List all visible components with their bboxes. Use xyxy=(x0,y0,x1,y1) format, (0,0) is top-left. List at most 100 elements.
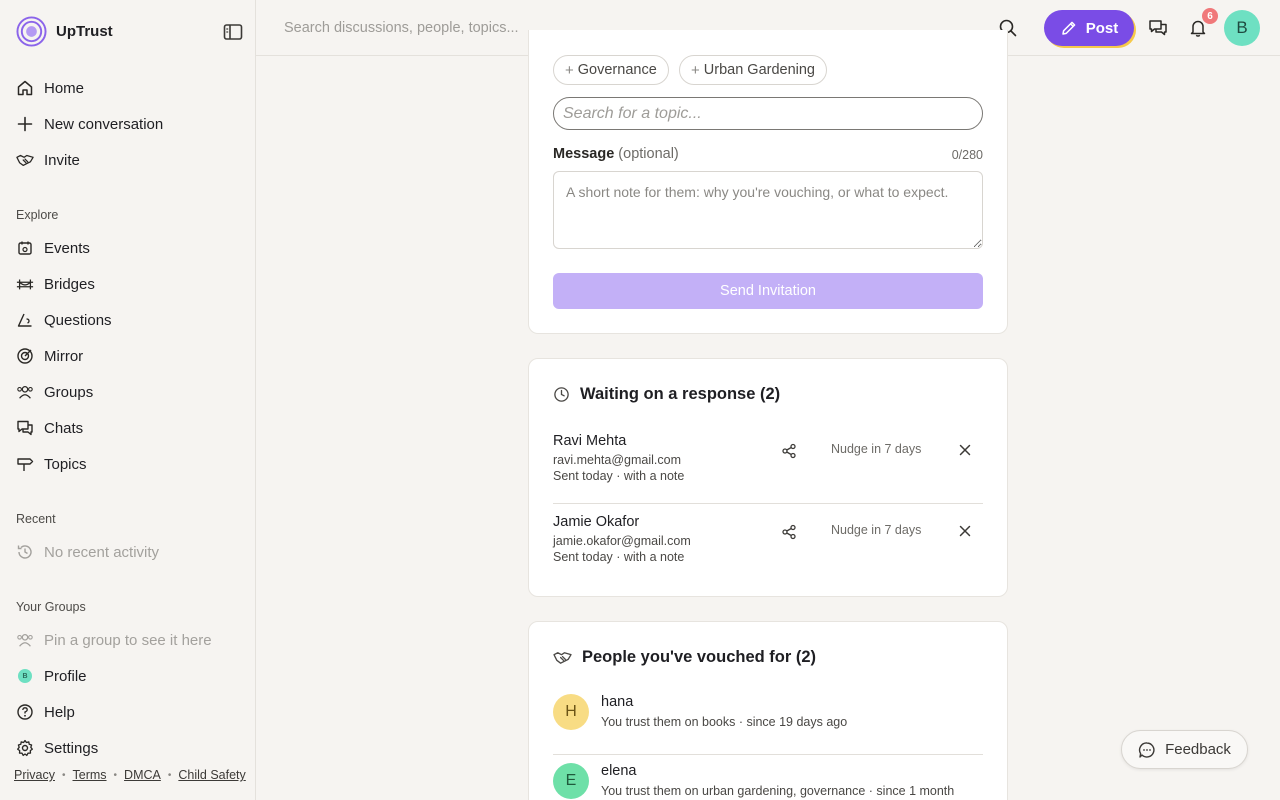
vouched-title-text: People you've vouched for (2) xyxy=(582,648,817,666)
user-avatar[interactable]: B xyxy=(1224,10,1260,46)
footer-separator: • xyxy=(113,769,118,781)
terms-link[interactable]: Terms xyxy=(73,768,107,782)
nav-topics-label: Topics xyxy=(44,455,87,473)
nav-groups-label: Groups xyxy=(44,383,94,401)
pending-title-text: Waiting on a response (2) xyxy=(580,385,781,403)
footer-separator: • xyxy=(167,769,172,781)
share-icon[interactable] xyxy=(781,443,797,459)
post-button-label: Post xyxy=(1085,19,1119,37)
vouched-person-row[interactable]: E elena You trust them on urban gardenin… xyxy=(553,763,983,800)
close-icon[interactable] xyxy=(958,524,972,538)
privacy-link[interactable]: Privacy xyxy=(14,768,55,782)
your-groups-section-label: Your Groups xyxy=(16,600,86,614)
nav-invite-label: Invite xyxy=(44,151,80,169)
topic-search-input[interactable] xyxy=(553,97,983,130)
feedback-label: Feedback xyxy=(1165,741,1231,758)
profile-avatar: B xyxy=(16,667,34,685)
pending-name: Ravi Mehta xyxy=(553,433,627,449)
nav-help-label: Help xyxy=(44,703,75,721)
history-icon xyxy=(16,543,34,561)
vouched-card: People you've vouched for (2) H hana You… xyxy=(528,621,1008,800)
pending-email: ravi.mehta@gmail.com xyxy=(553,453,682,467)
handshake-icon xyxy=(553,649,572,666)
row-divider xyxy=(553,754,983,755)
nav-new-conversation-label: New conversation xyxy=(44,115,164,133)
vouched-title: People you've vouched for (2) xyxy=(553,648,816,667)
pending-invitations-card: Waiting on a response (2) Ravi Mehta rav… xyxy=(528,358,1008,597)
message-optional-text: (optional) xyxy=(618,146,679,162)
nav-groups[interactable]: Groups xyxy=(16,380,93,404)
handshake-icon xyxy=(16,151,34,169)
messages-icon[interactable] xyxy=(1148,18,1168,38)
topic-chip-governance[interactable]: + Governance xyxy=(553,55,669,85)
explore-section-label: Explore xyxy=(16,208,59,222)
pending-row: Ravi Mehta ravi.mehta@gmail.com Sent tod… xyxy=(553,433,983,503)
brand[interactable]: UpTrust xyxy=(16,16,113,47)
nav-profile-label: Profile xyxy=(44,667,87,685)
gear-icon xyxy=(16,739,34,757)
nav-home[interactable]: Home xyxy=(16,76,84,100)
recent-empty: No recent activity xyxy=(16,540,159,564)
topic-chip-label: Urban Gardening xyxy=(703,62,816,78)
close-icon[interactable] xyxy=(958,443,972,457)
recent-empty-label: No recent activity xyxy=(44,543,160,561)
nav-new-conversation[interactable]: New conversation xyxy=(16,112,163,136)
topic-chip-label: Governance xyxy=(577,62,657,78)
nav-settings-label: Settings xyxy=(44,739,99,757)
nav-settings[interactable]: Settings xyxy=(16,736,98,760)
nav-bridges[interactable]: Bridges xyxy=(16,272,95,296)
profile-initial: B xyxy=(18,669,32,683)
nav-help[interactable]: Help xyxy=(16,700,75,724)
footer-separator: • xyxy=(61,769,66,781)
nav-mirror[interactable]: Mirror xyxy=(16,344,83,368)
pending-meta: Sent today · with a note xyxy=(553,550,685,564)
message-label: Message (optional) xyxy=(553,146,679,162)
person-trust-meta: You trust them on books · since 19 days … xyxy=(601,715,848,729)
home-icon xyxy=(16,79,34,97)
message-char-count: 0/280 xyxy=(951,148,983,162)
invite-form-card: + Governance + Urban Gardening Message (… xyxy=(528,30,1008,334)
recent-section-label: Recent xyxy=(16,512,56,526)
nav-bridges-label: Bridges xyxy=(44,275,95,293)
nav-mirror-label: Mirror xyxy=(44,347,84,365)
child-safety-link[interactable]: Child Safety xyxy=(178,768,245,782)
pencil-icon xyxy=(1060,19,1078,37)
nav-chats[interactable]: Chats xyxy=(16,416,83,440)
person-trust-meta: You trust them on urban gardening, gover… xyxy=(601,784,955,798)
share-icon[interactable] xyxy=(781,524,797,540)
topic-chip-urban-gardening[interactable]: + Urban Gardening xyxy=(679,55,828,85)
nav-questions-label: Questions xyxy=(44,311,112,329)
footer-links: Privacy • Terms • DMCA • Child Safety xyxy=(14,768,246,782)
pending-row: Jamie Okafor jamie.okafor@gmail.com Sent… xyxy=(553,514,983,584)
feedback-button[interactable]: Feedback xyxy=(1121,730,1248,769)
post-button[interactable]: Post xyxy=(1044,10,1134,46)
vouched-person-row[interactable]: H hana You trust them on books · since 1… xyxy=(553,694,983,744)
nav-events[interactable]: Events xyxy=(16,236,90,260)
plus-icon: + xyxy=(565,61,574,79)
person-name: elena xyxy=(601,763,637,779)
pending-title: Waiting on a response (2) xyxy=(553,385,780,404)
question-triangle-icon xyxy=(16,311,34,329)
person-name: hana xyxy=(601,694,634,710)
send-invitation-button[interactable]: Send Invitation xyxy=(553,273,983,309)
chat-bubbles-icon xyxy=(16,419,34,437)
message-textarea[interactable] xyxy=(553,171,983,249)
chat-icon xyxy=(1138,741,1156,759)
pending-email: jamie.okafor@gmail.com xyxy=(553,534,691,548)
nav-invite[interactable]: Invite xyxy=(16,148,80,172)
person-avatar: E xyxy=(553,763,589,799)
dmca-link[interactable]: DMCA xyxy=(124,768,161,782)
signpost-icon xyxy=(16,455,34,473)
nudge-text: Nudge in 7 days xyxy=(831,442,922,456)
nav-topics[interactable]: Topics xyxy=(16,452,87,476)
sidebar: UpTrust Home New conversation Invite Exp… xyxy=(0,0,256,800)
nav-profile[interactable]: B Profile xyxy=(16,664,87,688)
plus-icon: + xyxy=(691,61,700,79)
clock-icon xyxy=(553,386,570,403)
nav-questions[interactable]: Questions xyxy=(16,308,112,332)
bridge-icon xyxy=(16,275,34,293)
groups-empty-label: Pin a group to see it here xyxy=(44,631,212,649)
plus-icon xyxy=(16,115,34,133)
help-circle-icon xyxy=(16,703,34,721)
sidebar-toggle-icon[interactable] xyxy=(223,23,243,41)
